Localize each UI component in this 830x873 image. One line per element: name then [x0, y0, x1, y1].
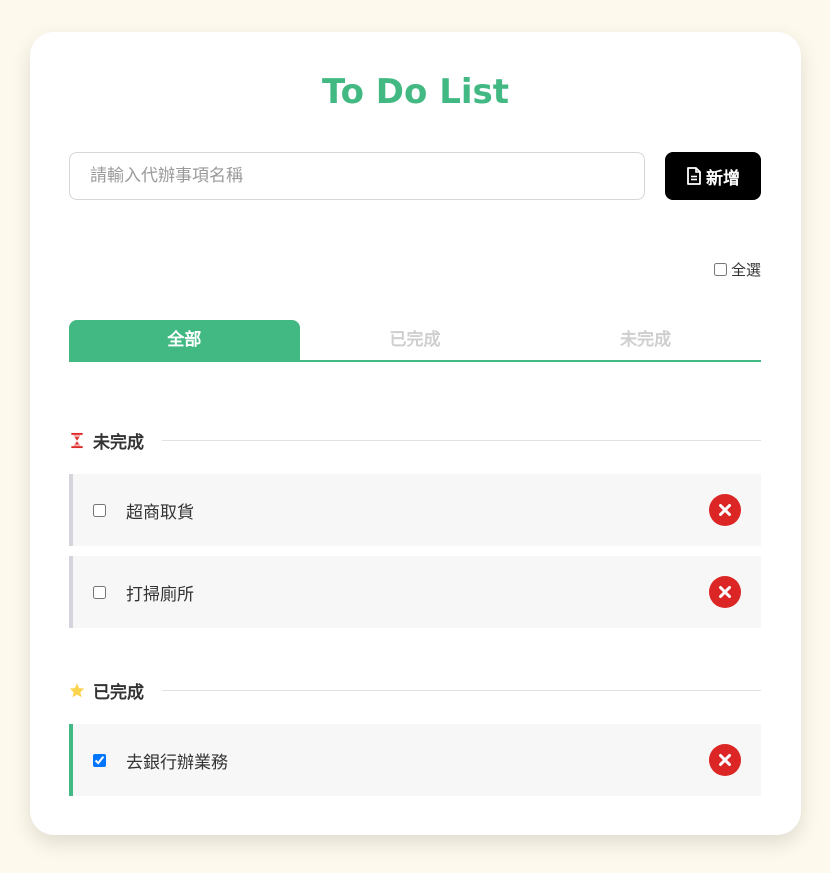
delete-button[interactable] [709, 744, 741, 776]
task-item: 打掃廁所 [69, 556, 761, 628]
add-button[interactable]: 新增 [665, 152, 761, 200]
close-icon [719, 754, 731, 766]
pending-section-label: 未完成 [93, 432, 144, 453]
tab-done[interactable]: 已完成 [300, 320, 531, 360]
select-all-checkbox[interactable] [713, 263, 727, 276]
task-text: 打掃廁所 [126, 584, 194, 605]
close-icon [719, 504, 731, 516]
hourglass-icon [69, 431, 85, 449]
tab-all[interactable]: 全部 [69, 320, 300, 360]
input-row: 新增 [69, 152, 761, 200]
done-section-label: 已完成 [93, 682, 144, 703]
add-button-label: 新增 [706, 168, 740, 189]
delete-button[interactable] [709, 494, 741, 526]
page-title: To Do List [321, 72, 510, 112]
file-icon [686, 167, 702, 185]
task-item: 去銀行辦業務 [69, 724, 761, 796]
task-text: 去銀行辦業務 [126, 752, 228, 773]
task-input[interactable] [69, 152, 645, 200]
section-divider [162, 689, 761, 691]
select-all[interactable]: 全選 [713, 259, 761, 280]
task-checkbox[interactable] [93, 503, 106, 517]
star-icon [69, 681, 85, 699]
done-section-header: 已完成 [69, 678, 761, 703]
task-item: 超商取貨 [69, 474, 761, 546]
todo-card: To Do List 新增 全選 全部 已完成 未完成 未完成 超商取貨 [30, 32, 801, 835]
filter-tabs: 全部 已完成 未完成 [69, 320, 761, 362]
task-checkbox[interactable] [93, 753, 106, 767]
delete-button[interactable] [709, 576, 741, 608]
task-text: 超商取貨 [126, 502, 194, 523]
tab-pending[interactable]: 未完成 [530, 320, 761, 360]
close-icon [719, 586, 731, 598]
task-checkbox[interactable] [93, 585, 106, 599]
select-all-label: 全選 [730, 261, 761, 279]
section-divider [162, 439, 761, 441]
pending-section-header: 未完成 [69, 428, 761, 453]
